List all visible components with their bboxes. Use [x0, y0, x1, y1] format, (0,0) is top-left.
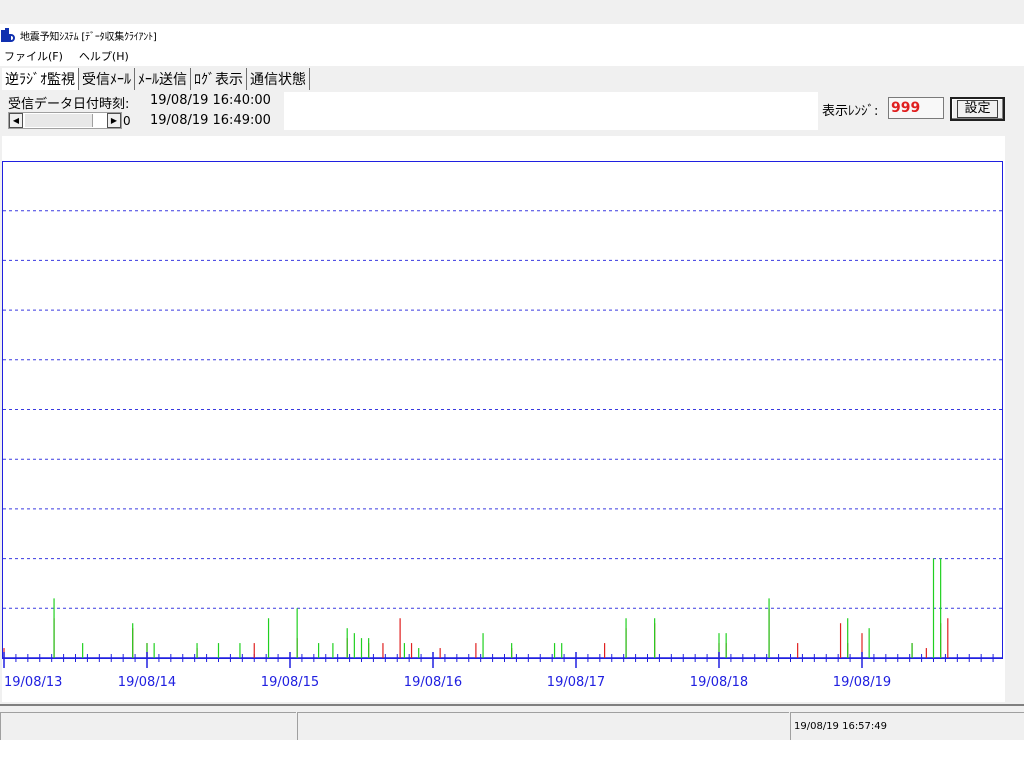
window-title: 地震予知ｼｽﾃﾑ [ﾃﾞｰﾀ収集ｸﾗｲｱﾝﾄ]	[20, 31, 157, 43]
x-tick-label: 19/08/17	[547, 675, 605, 690]
status-bar: 19/08/19 16:57:49	[0, 704, 1024, 740]
app-window: 地震予知ｼｽﾃﾑ [ﾃﾞｰﾀ収集ｸﾗｲｱﾝﾄ] ファイル(F) ヘルプ(H) 逆…	[0, 0, 1024, 740]
start-time-value: 19/08/19 16:40:00	[150, 93, 271, 108]
tab-send-mail[interactable]: ﾒｰﾙ送信	[135, 68, 191, 90]
x-tick-label: 19/08/13	[4, 675, 62, 690]
chart-svg: 19/08/13 19/08/14 19/08/15 19/08/16 19/08/17…	[2, 161, 1003, 690]
tab-log-view[interactable]: ﾛｸﾞ表示	[191, 68, 247, 90]
tab-connection-status[interactable]: 通信状態	[247, 68, 310, 90]
x-tick-label: 19/08/19	[833, 675, 891, 690]
x-tick-label: 19/08/14	[118, 675, 176, 690]
received-time-label: 受信データ日付時刻:	[8, 97, 130, 112]
status-panel-1	[0, 712, 296, 740]
scroll-value: 0	[123, 114, 131, 128]
scroll-thumb[interactable]	[25, 114, 93, 127]
x-tick-label: 19/08/18	[690, 675, 748, 690]
scroll-right-icon[interactable]: ▶	[107, 113, 121, 128]
tab-bar: 逆ﾗｼﾞｵ監視 受信ﾒｰﾙ ﾒｰﾙ送信 ﾛｸﾞ表示 通信状態	[0, 66, 1024, 90]
status-timestamp: 19/08/19 16:57:49	[790, 712, 1024, 740]
app-icon	[1, 28, 15, 42]
x-tick-label: 19/08/15	[261, 675, 319, 690]
time-display-box	[284, 92, 818, 130]
menu-file[interactable]: ファイル(F)	[0, 48, 67, 64]
range-input[interactable]: 999	[888, 97, 944, 119]
tab-received-mail[interactable]: 受信ﾒｰﾙ	[79, 68, 135, 90]
status-panel-2	[297, 712, 789, 740]
end-time-value: 19/08/19 16:49:00	[150, 113, 271, 128]
x-tick-label: 19/08/16	[404, 675, 462, 690]
set-button[interactable]: 設定	[950, 97, 1005, 121]
time-scrollbar[interactable]: ◀ ▶	[8, 112, 122, 129]
menu-bar: ファイル(F) ヘルプ(H)	[0, 46, 1024, 66]
menu-help[interactable]: ヘルプ(H)	[75, 48, 133, 64]
scroll-left-icon[interactable]: ◀	[9, 113, 23, 128]
tab-reverse-radio-monitor[interactable]: 逆ﾗｼﾞｵ監視	[2, 68, 79, 90]
title-bar: 地震予知ｼｽﾃﾑ [ﾃﾞｰﾀ収集ｸﾗｲｱﾝﾄ]	[0, 24, 1024, 46]
range-label: 表示ﾚﾝｼﾞ:	[822, 104, 879, 119]
monitor-chart: 19/08/13 19/08/14 19/08/15 19/08/16 19/08/17…	[2, 136, 1005, 702]
set-button-label: 設定	[957, 100, 998, 118]
